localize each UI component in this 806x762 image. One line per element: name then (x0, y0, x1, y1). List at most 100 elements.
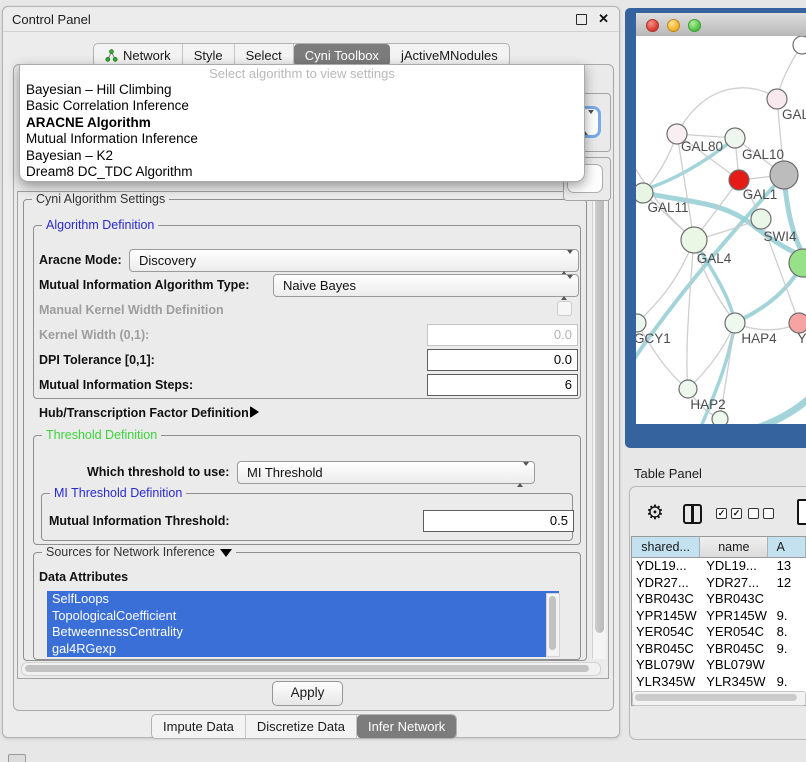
network-node-gal4[interactable] (681, 227, 707, 253)
tab-impute-data[interactable]: Impute Data (152, 715, 246, 738)
network-edge[interactable] (677, 88, 777, 134)
algorithm-option-bayesian-k2[interactable]: Bayesian – K2 (20, 148, 584, 164)
table-cell: YBL079W (700, 657, 768, 674)
table-row[interactable]: YBR045CYBR045C9. (632, 641, 806, 658)
table-cell: YER054C (700, 624, 768, 641)
mi-threshold-field[interactable]: 0.5 (423, 510, 574, 532)
mi-threshold-definition-title: MI Threshold Definition (50, 486, 186, 500)
network-window-titlebar[interactable] (636, 13, 806, 37)
data-attributes-list[interactable]: SelfLoopsTopologicalCoefficientBetweenne… (47, 591, 559, 657)
table-cell: YPR145W (632, 608, 700, 625)
network-node-label-y-right: Y (797, 331, 806, 346)
network-node-hap2[interactable] (679, 380, 697, 398)
network-node-top-partial[interactable] (793, 36, 806, 54)
cyni-algorithm-settings-title: Cyni Algorithm Settings (32, 192, 169, 206)
algorithm-popup-prompt: Select algorithm to view settings (20, 66, 584, 82)
gear-icon[interactable]: ⚙ (646, 500, 664, 525)
attribute-topologicalcoefficient[interactable]: TopologicalCoefficient (47, 608, 559, 625)
column-header-a[interactable]: A (768, 537, 806, 558)
network-edge[interactable] (637, 240, 694, 323)
columns-icon[interactable] (683, 504, 702, 524)
algorithm-option-dream8-dc-tdc-algorithm[interactable]: Dream8 DC_TDC Algorithm (20, 164, 584, 180)
kernel-width-field[interactable]: 0.0 (427, 324, 578, 346)
table-horizontal-scrollbar[interactable] (632, 691, 806, 706)
network-node-hap4[interactable] (725, 313, 745, 333)
table-cell (769, 657, 806, 674)
dpi-tolerance-label: DPI Tolerance [0,1]: (39, 353, 155, 367)
network-node-label-gal-top: GAL (782, 107, 806, 122)
table-cell: YDR27... (700, 575, 768, 592)
zoom-traffic-light-icon[interactable] (688, 19, 701, 32)
sources-title[interactable]: Sources for Network Inference (42, 545, 236, 559)
tab-select[interactable]: Select (235, 44, 294, 66)
sources-collapse-arrow-icon[interactable] (220, 549, 232, 557)
attributes-scrollbar[interactable] (546, 593, 560, 657)
algorithm-option-mutual-information-inference[interactable]: Mutual Information Inference (20, 131, 584, 147)
bottom-tabs: Impute DataDiscretize DataInfer Network (151, 714, 457, 739)
select-all-columns-icon[interactable]: ✓✓ (716, 508, 742, 519)
table-row[interactable]: YDR27...YDR27...12 (632, 575, 806, 592)
data-attributes-label: Data Attributes (39, 570, 128, 584)
attribute-betweennesscentrality[interactable]: BetweennessCentrality (47, 624, 559, 641)
algorithm-option-aracne-algorithm[interactable]: ARACNE Algorithm (20, 115, 584, 131)
table-row[interactable]: YBR043CYBR043C (632, 591, 806, 608)
tab-style[interactable]: Style (183, 44, 235, 66)
tab-cyni-toolbox[interactable]: Cyni Toolbox (294, 44, 390, 66)
algorithm-option-basic-correlation-inference[interactable]: Basic Correlation Inference (20, 98, 584, 114)
deselect-all-columns-icon[interactable] (748, 508, 774, 519)
table-row[interactable]: YER054CYER054C8. (632, 624, 806, 641)
table-cell: YDR27... (632, 575, 700, 592)
table-cell: 8. (769, 624, 806, 641)
tab-jactivemnodules[interactable]: jActiveMNodules (390, 44, 509, 66)
attribute-gal4rgexp[interactable]: gal4RGexp (47, 641, 559, 658)
network-node-gray-node[interactable] (770, 161, 798, 189)
float-window-icon[interactable] (576, 14, 587, 25)
which-threshold-combobox[interactable]: MI Threshold (237, 461, 535, 484)
table-cell: YER054C (632, 624, 700, 641)
network-edge[interactable] (687, 240, 694, 389)
column-header-shared[interactable]: shared... (632, 537, 700, 558)
table-cell: YDL19... (700, 558, 768, 575)
table-row[interactable]: YDL19...YDL19...13 (632, 558, 806, 575)
aracne-mode-combobox[interactable]: Discovery (129, 249, 579, 272)
table-row[interactable]: YBL079WYBL079W (632, 657, 806, 674)
close-traffic-light-icon[interactable] (646, 19, 659, 32)
algorithm-option-bayesian-hill-climbing[interactable]: Bayesian – Hill Climbing (20, 82, 584, 98)
minimize-traffic-light-icon[interactable] (667, 19, 680, 32)
settings-horizontal-scrollbar[interactable] (21, 662, 601, 676)
network-node-y-right[interactable] (789, 313, 806, 333)
tab-discretize-data[interactable]: Discretize Data (246, 715, 357, 738)
mi-type-combobox[interactable]: Naive Bayes (273, 274, 579, 297)
table-cell: YBL079W (632, 657, 700, 674)
table-cell: YPR145W (700, 608, 768, 625)
dpi-tolerance-field[interactable]: 0.0 (427, 349, 578, 371)
network-node-swi4[interactable] (751, 209, 771, 229)
table-header-row: shared...nameA (632, 537, 806, 558)
network-node-gcy1[interactable] (636, 314, 646, 332)
table-panel-title: Table Panel (634, 466, 702, 481)
attribute-selfloops[interactable]: SelfLoops (47, 591, 559, 608)
export-table-icon[interactable] (797, 499, 806, 525)
network-node-gal-top[interactable] (767, 89, 787, 109)
network-graph[interactable]: GALGAL80GAL10GAL1GAL11SWI4GAL4GCY1HAP4YH… (636, 36, 806, 424)
table-cell: YBR043C (700, 591, 768, 608)
manual-kernel-width-checkbox[interactable] (557, 301, 572, 316)
control-panel-titlebar: Control Panel ✕ (3, 7, 619, 32)
hub-expand-arrow-icon[interactable] (250, 406, 259, 418)
table-row[interactable]: YLR345WYLR345W9. (632, 674, 806, 691)
algorithm-definition-title: Algorithm Definition (42, 218, 158, 232)
mi-steps-field[interactable]: 6 (427, 374, 578, 396)
close-icon[interactable]: ✕ (598, 11, 609, 27)
network-node-label-gcy1: GCY1 (636, 331, 671, 346)
network-node-bottom-partial[interactable] (712, 411, 728, 424)
tab-infer-network[interactable]: Infer Network (357, 715, 456, 738)
settings-vertical-scrollbar[interactable] (592, 193, 606, 659)
network-canvas[interactable]: GALGAL80GAL10GAL1GAL11SWI4GAL4GCY1HAP4YH… (636, 36, 806, 424)
column-header-name[interactable]: name (700, 537, 768, 558)
network-node-gal10[interactable] (725, 128, 745, 148)
apply-button[interactable]: Apply (272, 681, 343, 706)
table-row[interactable]: YPR145WYPR145W9. (632, 608, 806, 625)
hub-definition-label[interactable]: Hub/Transcription Factor Definition (39, 406, 249, 420)
tab-network[interactable]: Network (94, 44, 183, 66)
network-view-window[interactable]: GALGAL80GAL10GAL1GAL11SWI4GAL4GCY1HAP4YH… (625, 8, 806, 448)
